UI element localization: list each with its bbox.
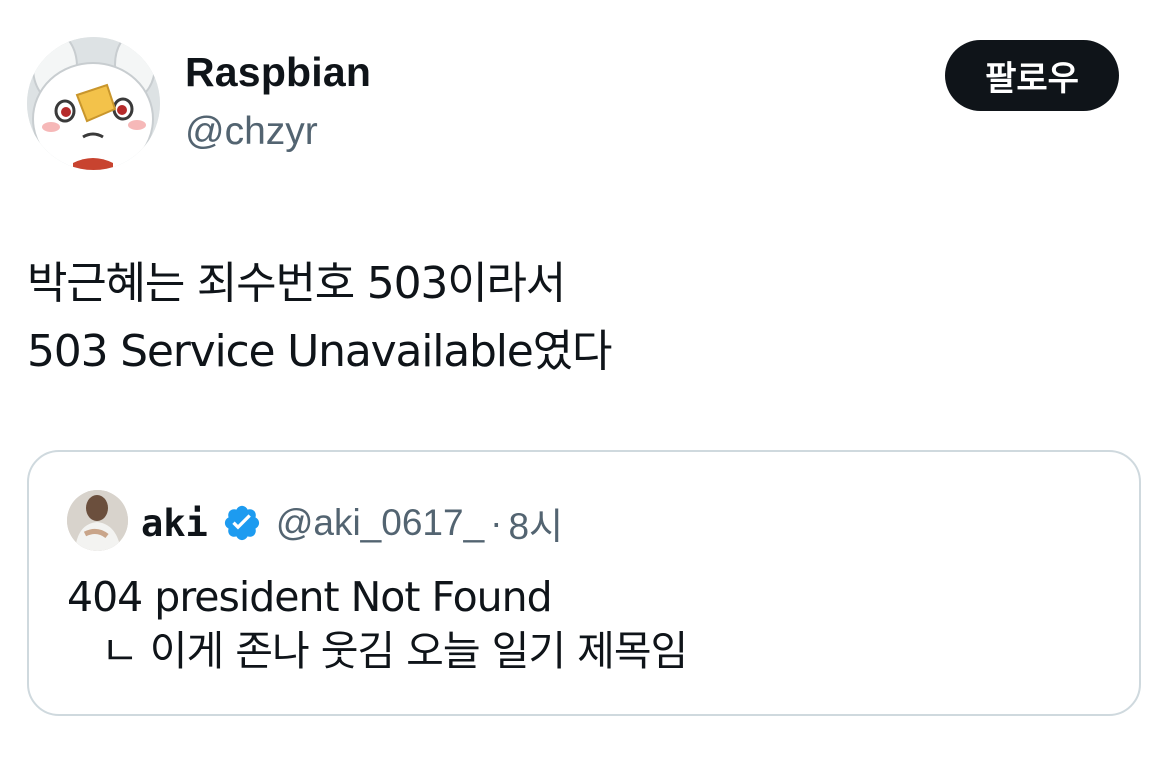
cartoon-character-avatar-icon bbox=[27, 37, 160, 170]
tweet-container: Raspbian @chzyr 팔로우 박근혜는 죄수번호 503이라서 503… bbox=[0, 0, 1170, 772]
author-display-name[interactable]: Raspbian bbox=[185, 52, 371, 93]
quoted-author-avatar[interactable] bbox=[67, 490, 128, 551]
quoted-text-line: ㄴ 이게 존나 웃김 오늘 일기 제목임 bbox=[101, 627, 688, 675]
tweet-text-line: 박근혜는 죄수번호 503이라서 bbox=[27, 258, 566, 309]
quoted-text-line: 404 president Not Found bbox=[67, 573, 553, 621]
person-photo-avatar-icon bbox=[67, 490, 128, 551]
separator-dot: · bbox=[490, 502, 503, 543]
verified-badge-icon bbox=[222, 503, 262, 543]
quoted-author-handle[interactable]: @aki_0617_ bbox=[276, 502, 484, 544]
tweet-text-line: 503 Service Unavailable였다 bbox=[27, 326, 612, 377]
author-handle[interactable]: @chzyr bbox=[185, 112, 318, 151]
quoted-tweet-card[interactable]: aki @aki_0617_ · 8시 404 president Not Fo… bbox=[27, 450, 1141, 716]
quoted-tweet-header: aki @aki_0617_ · 8시 bbox=[141, 496, 563, 550]
quoted-tweet-text: 404 president Not Found ㄴ 이게 존나 웃김 오늘 일기… bbox=[67, 570, 688, 678]
author-avatar[interactable] bbox=[27, 37, 160, 170]
tweet-text: 박근혜는 죄수번호 503이라서 503 Service Unavailable… bbox=[27, 250, 1137, 386]
quoted-author-name[interactable]: aki bbox=[141, 502, 208, 545]
follow-button[interactable]: 팔로우 bbox=[945, 40, 1119, 111]
quoted-tweet-timestamp[interactable]: 8시 bbox=[508, 496, 563, 550]
